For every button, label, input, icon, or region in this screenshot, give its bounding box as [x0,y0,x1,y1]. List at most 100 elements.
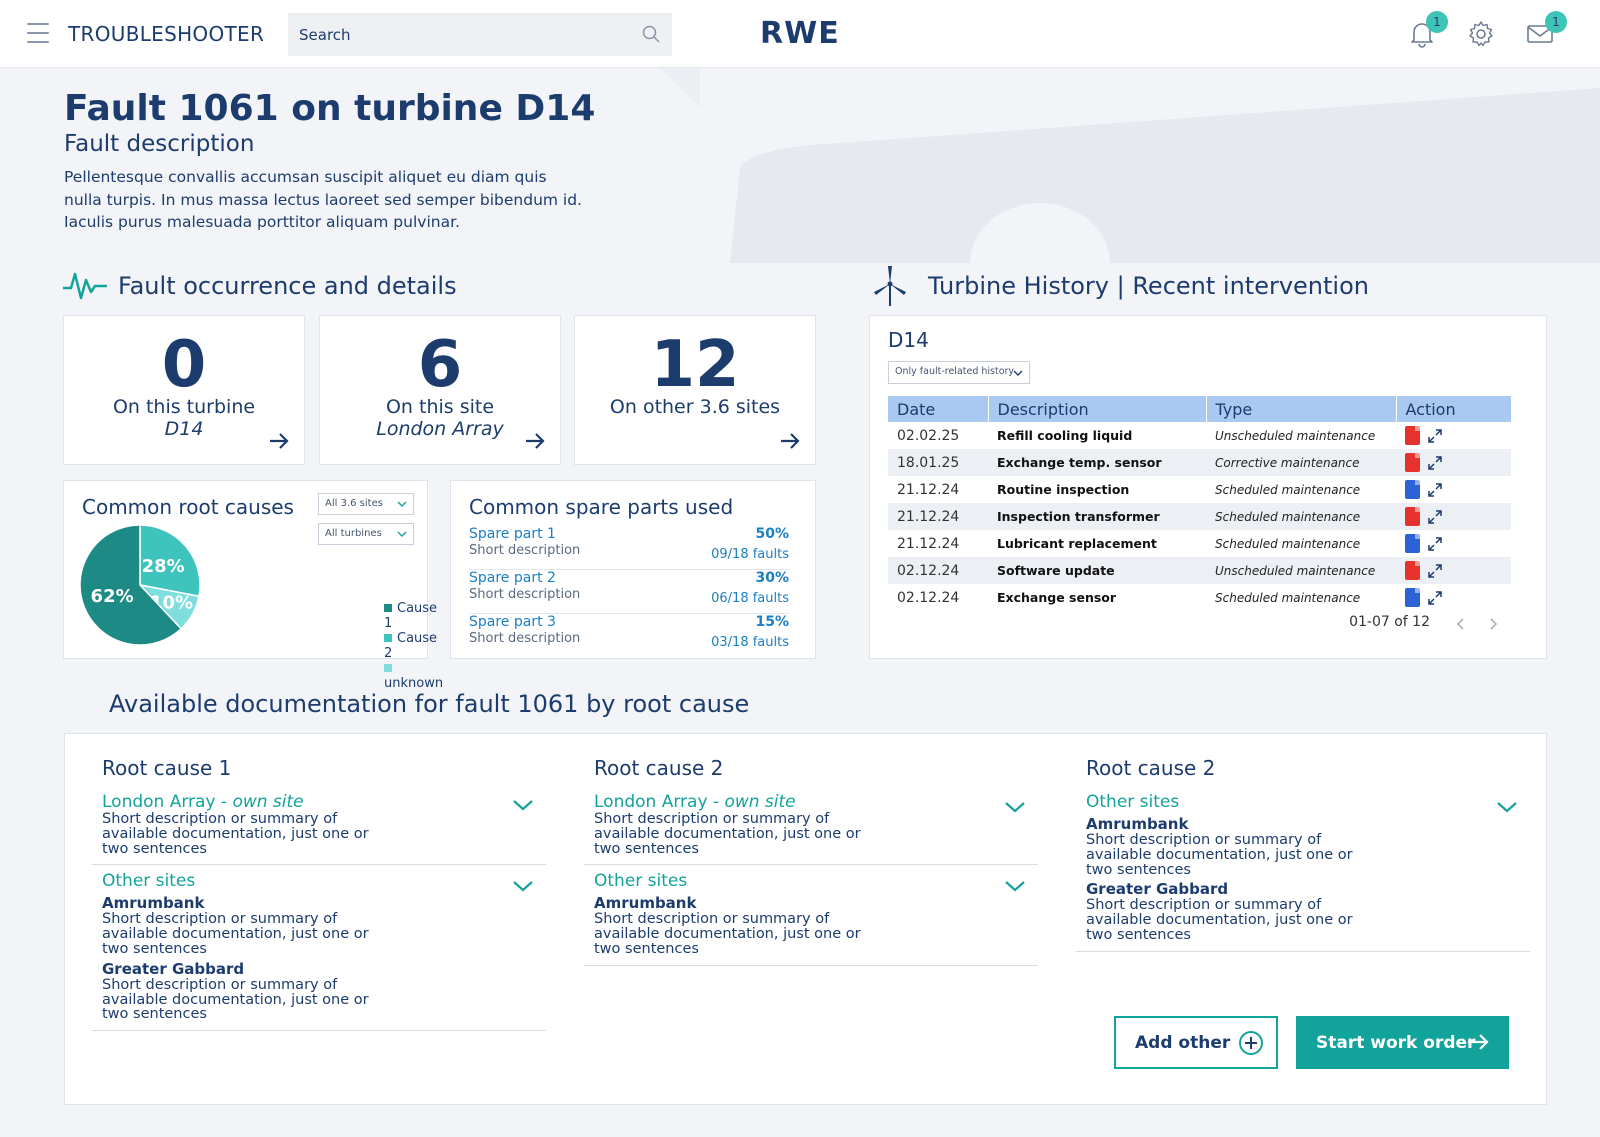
root-cause-pie-chart: 28%10%62% [79,524,201,646]
chevron-right-icon[interactable] [1488,618,1498,630]
table-row[interactable]: 21.12.24 Lubricant replacement Scheduled m… [888,530,1511,557]
table-row[interactable]: 02.02.25 Refill cooling liquid Unscheduled… [888,422,1511,449]
doc-block-own-site[interactable]: London Array - own site Short descriptio… [92,792,546,866]
expand-icon[interactable] [1427,536,1443,552]
action-cell [1396,557,1511,584]
chevron-down-icon[interactable] [1496,800,1518,814]
arrow-right-icon[interactable] [524,430,546,452]
legend-swatch [384,604,392,612]
chevron-down-icon [397,531,407,537]
type-cell: Scheduled maintenance [1215,482,1361,497]
spare-parts-title: Common spare parts used [469,495,734,519]
table-row[interactable]: 02.12.24 Exchange sensor Scheduled mainten… [888,584,1511,611]
fault-section-title: Fault occurrence and details [118,272,457,300]
page-title: Fault 1061 on turbine D14 [64,88,596,129]
pdf-file-icon[interactable] [1405,453,1420,472]
pdf-file-icon[interactable] [1405,561,1420,580]
own-site-tag: own site [232,792,304,812]
description-cell: Routine inspection [997,482,1130,497]
history-filter-select[interactable]: Only fault-related history [888,361,1030,384]
turbines-filter-value: All turbines [325,528,382,539]
arrow-right-icon [1468,1034,1489,1050]
column-header[interactable]: Type [1206,396,1397,422]
kpi-card-other-sites[interactable]: 12 On other 3.6 sites [574,315,816,465]
doc-file-icon[interactable] [1405,534,1420,553]
expand-icon[interactable] [1427,482,1443,498]
table-row[interactable]: 18.01.25 Exchange temp. sensor Corrective … [888,449,1511,476]
kpi-card-site[interactable]: 6 On this site London Array [319,315,561,465]
own-site-tag: own site [724,792,796,812]
doc-block-other-sites[interactable]: Other sites Amrumbank Short description … [1076,792,1530,952]
expand-icon[interactable] [1427,590,1443,606]
kpi-card-turbine[interactable]: 0 On this turbine D14 [63,315,305,465]
legend-label: unknown [384,676,444,691]
doc-block-own-site[interactable]: London Array - own site Short descriptio… [584,792,1038,866]
expand-icon[interactable] [1427,509,1443,525]
legend-item: unknown [384,661,443,691]
add-other-button[interactable]: Add other [1114,1016,1278,1069]
spare-part-percent: 15% [755,614,789,630]
turbines-filter-select[interactable]: All turbines [318,523,414,545]
root-cause-column: Root cause 2 Other sites Amrumbank Short… [1076,756,1530,952]
chevron-left-icon[interactable] [1456,618,1466,630]
chevron-down-icon[interactable] [512,879,534,893]
date-cell: 21.12.24 [897,481,960,498]
doc-file-icon[interactable] [1405,588,1420,607]
sites-filter-select[interactable]: All 3.6 sites [318,493,414,515]
expand-icon[interactable] [1427,455,1443,471]
description-cell: Software update [988,557,1206,584]
other-sites-label: Other sites [1086,792,1180,812]
type-cell: Corrective maintenance [1206,449,1396,476]
pdf-file-icon[interactable] [1405,426,1420,445]
date-cell: 18.01.25 [888,449,988,476]
spare-part-row[interactable]: Spare part 1 Short description 50% 09/18… [469,526,789,570]
column-header[interactable]: Action [1396,396,1511,422]
description-cell: Exchange sensor [997,590,1117,605]
chevron-down-icon[interactable] [512,798,534,812]
search-input[interactable] [288,13,672,56]
doc-file-icon[interactable] [1405,480,1420,499]
search-icon[interactable] [642,25,660,43]
plus-circle-icon [1239,1031,1263,1055]
pie-data-label: 62% [91,586,134,607]
description-cell: Lubricant replacement [997,536,1157,551]
description-cell: Exchange temp. sensor [988,449,1206,476]
spare-part-percent: 30% [755,570,789,586]
legend-swatch [384,664,392,672]
table-row[interactable]: 21.12.24 Inspection transformer Scheduled … [888,503,1511,530]
pulse-icon [63,272,107,300]
chevron-down-icon[interactable] [1004,800,1026,814]
column-header[interactable]: Description [988,396,1207,422]
pie-legend: Cause 1 Cause 2 unknown [384,601,443,691]
doc-summary: Short description or summary of availabl… [1086,897,1353,943]
type-cell: Scheduled maintenance [1215,536,1361,551]
spare-part-name: Spare part 3 [469,614,556,630]
doc-block-other-sites[interactable]: Other sites Amrumbank Short description … [584,865,1038,966]
arrow-right-icon[interactable] [779,430,801,452]
rwe-logo: RWE [760,16,840,51]
top-bar: TROUBLESHOOTER RWE 1 1 [0,0,1600,68]
arrow-right-icon[interactable] [268,430,290,452]
type-cell: Unscheduled maintenance [1206,557,1396,584]
expand-icon[interactable] [1427,428,1443,444]
spare-part-row[interactable]: Spare part 3 Short description 15% 03/18… [469,614,789,658]
root-causes-title: Common root causes [82,495,294,519]
table-row[interactable]: 21.12.24 Routine inspection Scheduled main… [888,476,1511,503]
pdf-file-icon[interactable] [1405,507,1420,526]
kpi-value: 6 [417,328,463,402]
legend-swatch [384,634,392,642]
table-row[interactable]: 02.12.24 Software update Unscheduled maint… [888,557,1511,584]
gear-icon[interactable] [1467,20,1495,48]
start-work-order-button[interactable]: Start work order [1296,1016,1509,1069]
history-section-title: Turbine History | Recent intervention [928,272,1369,300]
message-badge: 1 [1545,11,1567,33]
spare-part-row[interactable]: Spare part 2 Short description 30% 06/18… [469,570,789,614]
column-header[interactable]: Date [888,396,989,422]
expand-icon[interactable] [1427,563,1443,579]
date-cell: 02.12.24 [888,557,988,584]
chevron-down-icon[interactable] [1004,879,1026,893]
date-cell: 02.12.24 [897,589,960,606]
doc-summary: Short description or summary of availabl… [594,911,861,957]
menu-icon[interactable] [27,23,49,43]
doc-block-other-sites[interactable]: Other sites Amrumbank Short description … [92,865,546,1032]
